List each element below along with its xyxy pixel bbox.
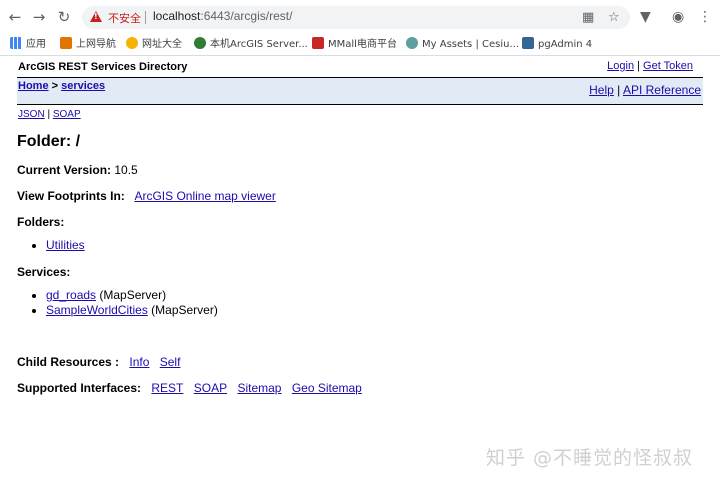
folders-list: Utilities — [30, 238, 85, 253]
bookmarks-bar: 应用 上网导航 网址大全 本机ArcGIS Server... MMall电商平… — [0, 34, 720, 56]
child-resources: Child Resources : Info Self — [17, 355, 181, 369]
help-links: Help | API Reference — [589, 83, 701, 97]
format-links: JSON | SOAP — [18, 109, 81, 120]
breadcrumb-services[interactable]: services — [61, 80, 105, 92]
bookmark-arcgis-server[interactable]: 本机ArcGIS Server... — [194, 37, 308, 53]
list-item: gd_roads (MapServer) — [46, 288, 218, 303]
translate-icon[interactable]: ▦ — [582, 10, 594, 25]
get-token-link[interactable]: Get Token — [643, 60, 693, 72]
directory-title: ArcGIS REST Services Directory — [18, 61, 188, 73]
json-link[interactable]: JSON — [18, 109, 45, 120]
profile-icon[interactable]: ◉ — [672, 6, 684, 28]
menu-icon[interactable]: ⋮ — [698, 6, 712, 28]
apps-grid-icon — [10, 37, 22, 49]
bookmark-sites[interactable]: 网址大全 — [126, 37, 182, 53]
view-footprints: View Footprints In: ArcGIS Online map vi… — [17, 189, 276, 203]
current-version: Current Version: 10.5 — [17, 163, 138, 177]
forward-arrow-icon[interactable]: → — [28, 6, 50, 28]
soap-link[interactable]: SOAP — [53, 109, 81, 120]
mmall-icon — [312, 37, 324, 49]
globe-icon — [194, 37, 206, 49]
browser-toolbar: ← → ↻ 不安全 localhost:6443/arcgis/rest/ ▦ … — [0, 0, 720, 34]
services-label: Services: — [17, 265, 71, 279]
list-item: SampleWorldCities (MapServer) — [46, 303, 218, 318]
omnibox-divider — [145, 11, 146, 24]
bookmark-mmall[interactable]: MMall电商平台 — [312, 37, 397, 53]
folders-label: Folders: — [17, 215, 65, 229]
auth-links: Login | Get Token — [607, 60, 693, 72]
sites-icon — [126, 37, 138, 49]
nav-site-icon — [60, 37, 72, 49]
url-text[interactable]: localhost:6443/arcgis/rest/ — [153, 9, 292, 23]
nav-bar: Home > services Help | API Reference — [17, 78, 703, 105]
rest-link[interactable]: REST — [151, 381, 183, 395]
service-gd-roads-link[interactable]: gd_roads — [46, 288, 96, 302]
breadcrumb: Home > services — [18, 80, 106, 92]
geo-sitemap-link[interactable]: Geo Sitemap — [292, 381, 362, 395]
sitemap-link[interactable]: Sitemap — [237, 381, 281, 395]
bookmark-nav[interactable]: 上网导航 — [60, 37, 116, 53]
address-bar[interactable]: 不安全 localhost:6443/arcgis/rest/ ▦ ☆ — [82, 6, 630, 29]
help-link[interactable]: Help — [589, 83, 614, 97]
list-item: Utilities — [46, 238, 85, 253]
cesium-icon — [406, 37, 418, 49]
watermark: 知乎 @不睡觉的怪叔叔 — [486, 447, 694, 469]
bookmark-cesium-assets[interactable]: My Assets | Cesiu... — [406, 37, 519, 53]
warning-icon — [90, 11, 102, 22]
folder-utilities-link[interactable]: Utilities — [46, 238, 85, 252]
services-list: gd_roads (MapServer) SampleWorldCities (… — [30, 288, 218, 318]
self-link[interactable]: Self — [160, 355, 181, 369]
arcgis-online-link[interactable]: ArcGIS Online map viewer — [134, 189, 275, 203]
login-link[interactable]: Login — [607, 60, 634, 72]
bookmark-star-icon[interactable]: ☆ — [608, 10, 620, 25]
api-reference-link[interactable]: API Reference — [623, 83, 701, 97]
supported-interfaces: Supported Interfaces: REST SOAP Sitemap … — [17, 381, 362, 395]
bookmark-apps[interactable]: 应用 — [10, 37, 46, 53]
bookmark-pgadmin[interactable]: pgAdmin 4 — [522, 37, 592, 53]
reload-icon[interactable]: ↻ — [53, 6, 75, 28]
breadcrumb-home[interactable]: Home — [18, 80, 49, 92]
pgadmin-icon — [522, 37, 534, 49]
back-arrow-icon[interactable]: ← — [4, 6, 26, 28]
service-sampleworldcities-link[interactable]: SampleWorldCities — [46, 303, 148, 317]
info-link[interactable]: Info — [129, 355, 149, 369]
rest-services-page: ArcGIS REST Services Directory Login | G… — [0, 57, 720, 485]
security-label: 不安全 — [108, 12, 141, 25]
soap-interface-link[interactable]: SOAP — [194, 381, 227, 395]
page-title: Folder: / — [17, 133, 81, 150]
extension-icon[interactable]: ▼ — [640, 6, 651, 28]
